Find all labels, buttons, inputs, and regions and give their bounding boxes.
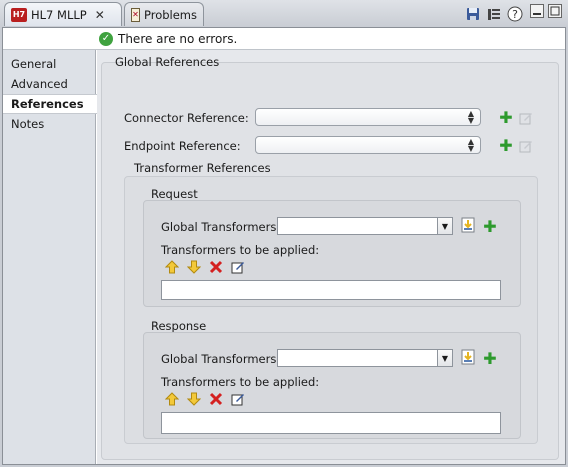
response-title: Response bbox=[151, 319, 207, 333]
remove-icon[interactable] bbox=[209, 260, 223, 274]
status-message: There are no errors. bbox=[118, 31, 238, 46]
status-bar: ✓ There are no errors. bbox=[3, 28, 565, 50]
response-global-transformers-label: Global Transformers: bbox=[161, 352, 281, 366]
request-add-icon[interactable]: ✚ bbox=[483, 219, 497, 235]
transformer-references-title: Transformer References bbox=[134, 161, 271, 175]
updown-arrows-icon: ▲ ▼ bbox=[467, 109, 474, 125]
close-icon[interactable]: ✕ bbox=[95, 8, 105, 22]
move-down-icon[interactable] bbox=[187, 392, 201, 406]
sidebar-item-advanced[interactable]: Advanced bbox=[3, 74, 96, 94]
add-connector-icon[interactable]: ✚ bbox=[499, 110, 513, 126]
move-up-icon[interactable] bbox=[165, 260, 179, 274]
sidebar-item-label: References bbox=[11, 97, 84, 111]
sidebar-item-label: Notes bbox=[11, 117, 45, 131]
edit-icon[interactable] bbox=[231, 260, 245, 274]
response-applied-label: Transformers to be applied: bbox=[161, 375, 320, 389]
check-circle-icon: ✓ bbox=[99, 31, 113, 46]
chevron-down-icon[interactable]: ▼ bbox=[437, 218, 452, 234]
edit-icon[interactable] bbox=[231, 392, 245, 406]
endpoint-reference-label: Endpoint Reference: bbox=[124, 139, 241, 153]
sidebar: General Advanced References Notes bbox=[3, 50, 97, 464]
response-browse-icon[interactable] bbox=[461, 349, 475, 365]
global-references-title: Global References bbox=[115, 55, 220, 69]
sidebar-item-notes[interactable]: Notes bbox=[3, 114, 96, 134]
request-title: Request bbox=[151, 187, 198, 201]
move-up-icon[interactable] bbox=[165, 392, 179, 406]
save-icon[interactable] bbox=[464, 5, 482, 23]
hl7-icon: H7 bbox=[11, 7, 27, 22]
sidebar-item-references[interactable]: References bbox=[3, 94, 97, 114]
sidebar-item-general[interactable]: General bbox=[3, 54, 96, 74]
help-icon[interactable]: ? bbox=[506, 5, 524, 23]
tab-hl7-mllp[interactable]: H7 HL7 MLLP ✕ bbox=[4, 2, 122, 26]
sidebar-item-label: General bbox=[11, 57, 57, 71]
move-down-icon[interactable] bbox=[187, 260, 201, 274]
editor-panel: ✓ There are no errors. General Advanced … bbox=[2, 27, 566, 465]
editor-tab-bar: H7 HL7 MLLP ✕ ✕ Problems ? bbox=[0, 0, 568, 28]
request-browse-icon[interactable] bbox=[461, 217, 475, 233]
edit-connector-icon bbox=[519, 111, 533, 125]
tab-label: HL7 MLLP bbox=[31, 7, 87, 22]
chevron-down-icon[interactable]: ▼ bbox=[437, 350, 452, 366]
minimize-icon[interactable] bbox=[530, 4, 544, 18]
svg-text:?: ? bbox=[512, 8, 518, 21]
endpoint-reference-select[interactable]: ▲ ▼ bbox=[255, 136, 481, 154]
maximize-icon[interactable] bbox=[548, 4, 562, 18]
request-transformers-list[interactable] bbox=[161, 280, 501, 300]
remove-icon[interactable] bbox=[209, 392, 223, 406]
request-global-transformers-label: Global Transformers: bbox=[161, 220, 281, 234]
outline-icon[interactable] bbox=[485, 5, 503, 23]
problems-icon: ✕ bbox=[131, 7, 140, 22]
tab-problems[interactable]: ✕ Problems bbox=[124, 2, 204, 26]
response-add-icon[interactable]: ✚ bbox=[483, 351, 497, 367]
connector-reference-select[interactable]: ▲ ▼ bbox=[255, 108, 481, 126]
request-global-transformers-combo[interactable]: ▼ bbox=[277, 217, 453, 235]
tab-label: Problems bbox=[143, 7, 197, 22]
sidebar-item-label: Advanced bbox=[11, 77, 68, 91]
response-global-transformers-combo[interactable]: ▼ bbox=[277, 349, 453, 367]
request-applied-label: Transformers to be applied: bbox=[161, 243, 320, 257]
connector-reference-label: Connector Reference: bbox=[124, 111, 249, 125]
response-transformers-list[interactable] bbox=[161, 412, 501, 434]
references-page: Global References Connector Reference: ▲… bbox=[97, 50, 565, 464]
edit-endpoint-icon bbox=[519, 139, 533, 153]
updown-arrows-icon: ▲ ▼ bbox=[467, 137, 474, 153]
add-endpoint-icon[interactable]: ✚ bbox=[499, 138, 513, 154]
